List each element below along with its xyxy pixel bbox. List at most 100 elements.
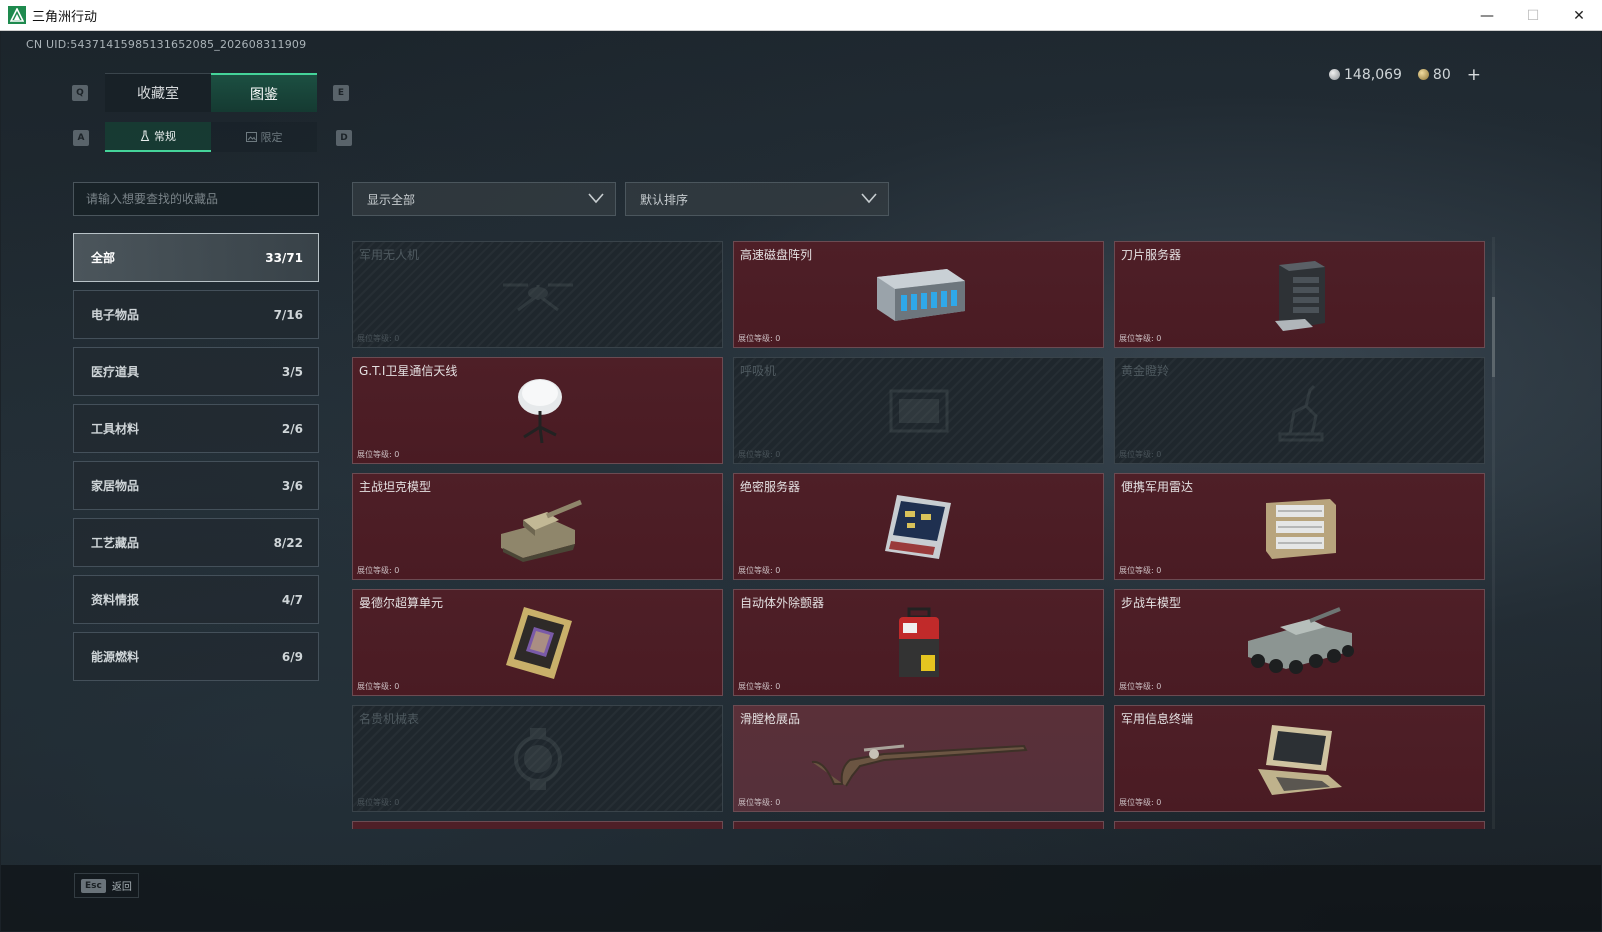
item-name: 呼吸机 xyxy=(740,364,777,378)
gold-amount: 80 xyxy=(1432,67,1451,83)
category-crafts[interactable]: 工艺藏品 8/22 xyxy=(73,518,319,567)
sort-dropdown[interactable]: 默认排序 xyxy=(625,182,889,216)
item-card[interactable]: 黄金瞪羚 展位等级: 0 xyxy=(1114,357,1485,464)
sort-value: 默认排序 xyxy=(640,192,689,207)
category-medical[interactable]: 医疗道具 3/5 xyxy=(73,347,319,396)
item-card[interactable]: 滑膛枪展品 展位等级: 0 xyxy=(733,705,1104,812)
item-card[interactable]: 绝密服务器 展位等级: 0 xyxy=(733,473,1104,580)
category-count: 7/16 xyxy=(273,307,303,322)
flask-icon xyxy=(140,130,150,141)
item-card[interactable]: 刀片服务器 展位等级: 0 xyxy=(1114,241,1485,348)
gazelle-statue-icon xyxy=(1278,384,1323,441)
item-name: 黄金瞪羚 xyxy=(1121,364,1170,378)
category-label: 工艺藏品 xyxy=(91,536,140,550)
item-card[interactable]: 呼吸机 展位等级: 0 xyxy=(733,357,1104,464)
category-energy[interactable]: 能源燃料 6/9 xyxy=(73,632,319,681)
item-card[interactable]: 军用信息终端 展位等级: 0 xyxy=(1114,705,1485,812)
add-currency-button[interactable]: + xyxy=(1467,65,1481,85)
key-hint-q: Q xyxy=(72,85,88,101)
category-label: 家居物品 xyxy=(91,479,140,493)
category-label: 资料情报 xyxy=(91,593,140,607)
back-button[interactable]: Esc 返回 xyxy=(74,873,139,898)
category-count: 2/6 xyxy=(281,421,303,436)
item-level: 展位等级: 0 xyxy=(1119,682,1162,691)
category-count: 6/9 xyxy=(281,649,303,664)
item-name: G.T.I卫星通信天线 xyxy=(359,364,458,378)
close-button[interactable]: ✕ xyxy=(1556,0,1602,31)
category-list: 全部 33/71 电子物品 7/16 医疗道具 3/5 工具材料 2/6 家居物品 3/6… xyxy=(73,233,319,689)
category-label: 全部 xyxy=(91,251,116,265)
category-count: 8/22 xyxy=(273,535,303,550)
server-icon xyxy=(884,494,951,559)
category-count: 4/7 xyxy=(281,592,303,607)
item-card[interactable]: 便携军用雷达 展位等级: 0 xyxy=(1114,473,1485,580)
category-count: 3/5 xyxy=(281,364,303,379)
ifv-model-icon xyxy=(1247,606,1354,674)
item-name: 高速磁盘阵列 xyxy=(740,248,813,262)
chevron-down-icon xyxy=(588,193,604,204)
display-filter-dropdown[interactable]: 显示全部 xyxy=(352,182,616,216)
item-card[interactable]: 曼德尔超算单元 展位等级: 0 xyxy=(352,589,723,696)
item-card-partial[interactable] xyxy=(1114,821,1485,829)
ventilator-icon xyxy=(889,389,948,432)
minimize-button[interactable]: — xyxy=(1464,0,1510,31)
key-hint-d: D xyxy=(336,130,352,146)
item-level: 展位等级: 0 xyxy=(1119,450,1162,459)
search-input[interactable] xyxy=(73,182,319,216)
category-tools[interactable]: 工具材料 2/6 xyxy=(73,404,319,453)
item-level: 展位等级: 0 xyxy=(357,682,400,691)
silver-currency: 148,069 xyxy=(1329,67,1402,83)
disk-array-icon xyxy=(876,268,965,321)
esc-key-hint: Esc xyxy=(81,878,106,893)
watch-icon xyxy=(513,727,562,790)
item-name: 军用信息终端 xyxy=(1121,712,1194,726)
key-hint-a: A xyxy=(73,130,89,146)
gold-currency: 80 xyxy=(1417,67,1451,83)
item-name: 刀片服务器 xyxy=(1121,248,1182,262)
currency-display: 148,069 80 + xyxy=(1329,65,1481,85)
user-uid: CN UID:54371415985131652085_202608311909 xyxy=(26,38,307,51)
maximize-button[interactable]: ☐ xyxy=(1510,0,1556,31)
item-level: 展位等级: 0 xyxy=(738,798,781,807)
display-filter-value: 显示全部 xyxy=(367,192,416,207)
item-name: 滑膛枪展品 xyxy=(740,712,801,726)
category-household[interactable]: 家居物品 3/6 xyxy=(73,461,319,510)
item-card-partial[interactable] xyxy=(733,821,1104,829)
item-card[interactable]: 名贵机械表 展位等级: 0 xyxy=(352,705,723,812)
terminal-icon xyxy=(1257,724,1342,795)
category-electronics[interactable]: 电子物品 7/16 xyxy=(73,290,319,339)
item-name: 主战坦克模型 xyxy=(359,480,432,494)
app-logo-icon xyxy=(8,6,26,24)
item-level: 展位等级: 0 xyxy=(738,450,781,459)
tab-collection-room[interactable]: 收藏室 xyxy=(105,73,211,112)
item-card[interactable]: G.T.I卫星通信天线 展位等级: 0 xyxy=(352,357,723,464)
tab-regular[interactable]: 常规 xyxy=(105,122,211,152)
item-card[interactable]: 主战坦克模型 展位等级: 0 xyxy=(352,473,723,580)
item-level: 展位等级: 0 xyxy=(357,450,400,459)
item-name: 军用无人机 xyxy=(359,248,420,262)
window-title: 三角洲行动 xyxy=(32,9,98,25)
grid-scrollbar[interactable] xyxy=(1492,237,1495,829)
category-intel[interactable]: 资料情报 4/7 xyxy=(73,575,319,624)
item-level: 展位等级: 0 xyxy=(1119,566,1162,575)
item-level: 展位等级: 0 xyxy=(357,334,400,343)
tank-model-icon xyxy=(500,499,582,562)
satellite-antenna-icon xyxy=(517,378,562,443)
item-card[interactable]: 自动体外除颤器 展位等级: 0 xyxy=(733,589,1104,696)
scrollbar-thumb[interactable] xyxy=(1492,297,1495,377)
item-card[interactable]: 步战车模型 展位等级: 0 xyxy=(1114,589,1485,696)
item-name: 自动体外除颤器 xyxy=(740,596,825,610)
category-count: 33/71 xyxy=(265,250,303,265)
category-all[interactable]: 全部 33/71 xyxy=(73,233,319,282)
main-tabs: 收藏室 图鉴 xyxy=(105,73,317,112)
item-name: 名贵机械表 xyxy=(359,712,420,726)
item-card[interactable]: 军用无人机 展位等级: 0 xyxy=(352,241,723,348)
tab-catalog[interactable]: 图鉴 xyxy=(211,73,317,112)
item-level: 展位等级: 0 xyxy=(738,566,781,575)
tab-limited[interactable]: 限定 xyxy=(211,122,317,152)
item-level: 展位等级: 0 xyxy=(357,798,400,807)
item-card[interactable]: 高速磁盘阵列 展位等级: 0 xyxy=(733,241,1104,348)
item-card-partial[interactable] xyxy=(352,821,723,829)
gold-coin-icon xyxy=(1417,69,1429,80)
category-count: 3/6 xyxy=(281,478,303,493)
